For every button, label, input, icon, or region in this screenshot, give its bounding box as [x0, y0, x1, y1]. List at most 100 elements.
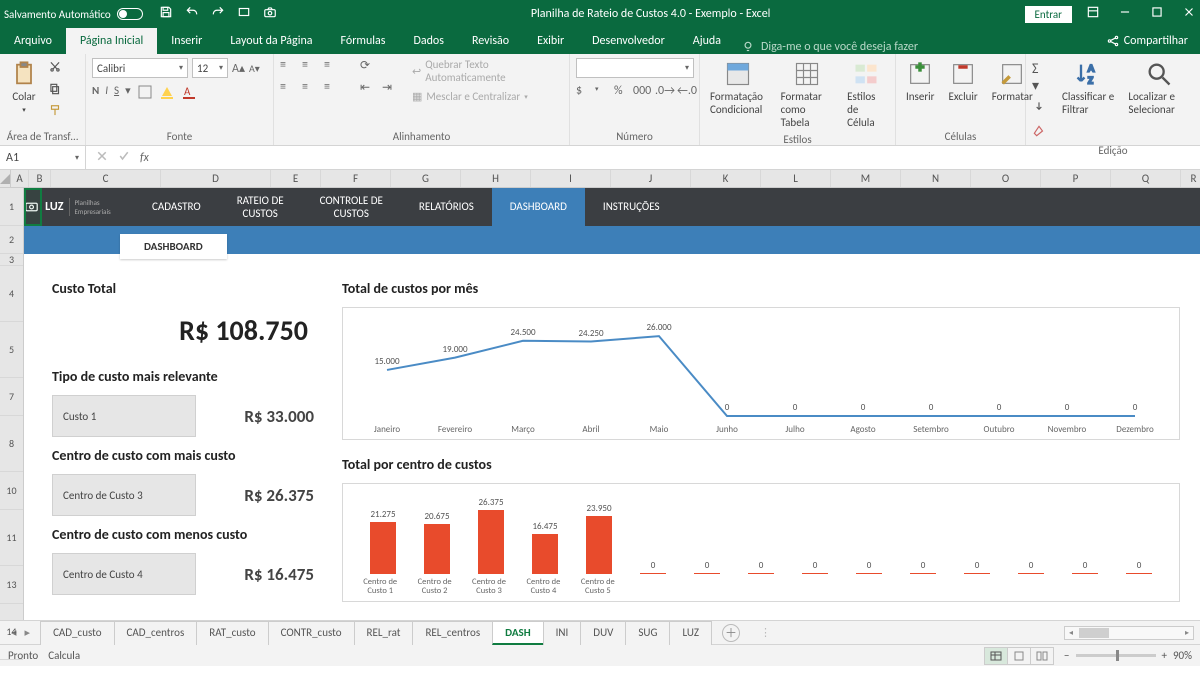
font-size-combo[interactable]: 12▾ — [192, 58, 228, 78]
underline-button[interactable]: S — [114, 84, 119, 100]
row-header[interactable]: 7 — [0, 378, 23, 416]
sheet-tab-LUZ[interactable]: LUZ — [669, 621, 712, 645]
fill-color-icon[interactable] — [159, 84, 175, 100]
zoom-slider[interactable] — [1076, 654, 1156, 657]
align-left-icon[interactable]: ≡ — [280, 80, 296, 96]
indent-dec-icon[interactable]: ⇤ — [360, 80, 376, 96]
row-header[interactable]: 1 — [0, 188, 23, 226]
orientation-icon[interactable]: ⟳ — [360, 58, 376, 74]
italic-button[interactable]: I — [105, 84, 108, 100]
row-header[interactable]: 3 — [0, 254, 23, 266]
col-header[interactable]: E — [271, 170, 321, 187]
comma-icon[interactable]: 000 — [633, 84, 649, 100]
worksheet-grid[interactable]: 123457810111314 LUZ Planilhas Empresaria… — [0, 188, 1200, 620]
autosum-icon[interactable]: Σ ▾ — [1032, 60, 1046, 94]
ribbon-tab-inserir[interactable]: Inserir — [157, 28, 216, 54]
align-center-icon[interactable]: ≡ — [302, 80, 318, 96]
zoom-out-icon[interactable]: − — [1064, 649, 1069, 662]
percent-icon[interactable]: % — [614, 84, 627, 100]
col-header[interactable]: K — [691, 170, 761, 187]
normal-view-icon[interactable] — [984, 647, 1008, 665]
maximize-icon[interactable] — [1150, 5, 1164, 23]
dashnav-relatórios[interactable]: RELATÓRIOS — [401, 188, 492, 226]
save-icon[interactable] — [159, 5, 173, 23]
row-header[interactable]: 4 — [0, 266, 23, 322]
insert-cells-button[interactable]: Inserir — [902, 58, 939, 105]
select-all-triangle[interactable] — [0, 170, 11, 187]
dashnav-controle-de[interactable]: CONTROLE DECUSTOS — [302, 188, 401, 226]
signin-button[interactable]: Entrar — [1025, 6, 1072, 23]
sheet-tab-DUV[interactable]: DUV — [580, 621, 626, 645]
dashnav-instruções[interactable]: INSTRUÇÕES — [585, 188, 678, 226]
ribbon-options-icon[interactable] — [1086, 5, 1100, 23]
sheet-tab-REL_rat[interactable]: REL_rat — [354, 621, 414, 645]
row-header[interactable]: 5 — [0, 322, 23, 378]
indent-inc-icon[interactable]: ⇥ — [382, 80, 398, 96]
row-headers[interactable]: 123457810111314 — [0, 188, 24, 620]
sheet-tab-CONTR_custo[interactable]: CONTR_custo — [268, 621, 355, 645]
find-select-button[interactable]: Localizar e Selecionar — [1124, 58, 1194, 118]
dashnav-cadastro[interactable]: CADASTRO — [134, 188, 219, 226]
sheet-divider[interactable]: ⋮ — [760, 626, 771, 639]
align-bottom-icon[interactable]: ≡ — [324, 58, 340, 74]
toggle-switch-icon[interactable] — [117, 8, 143, 20]
ribbon-tab-exibir[interactable]: Exibir — [523, 28, 578, 54]
redo-icon[interactable] — [211, 5, 225, 23]
bar-chart[interactable]: 21.27520.67526.37516.47523.9500000000000… — [342, 483, 1180, 602]
col-header[interactable]: B — [29, 170, 51, 187]
align-top-icon[interactable]: ≡ — [280, 58, 296, 74]
dashboard-chip[interactable]: DASHBOARD — [120, 234, 227, 259]
ribbon-tab-dados[interactable]: Dados — [399, 28, 457, 54]
dec-decimal-icon[interactable]: ←.0 — [677, 84, 693, 100]
file-tab[interactable]: Arquivo — [0, 28, 66, 54]
fill-icon[interactable] — [1032, 100, 1046, 118]
ribbon-tab-layout-da-página[interactable]: Layout da Página — [216, 28, 326, 54]
bold-button[interactable]: N — [92, 84, 99, 100]
sheet-tab-CAD_custo[interactable]: CAD_custo — [40, 621, 114, 645]
align-right-icon[interactable]: ≡ — [324, 80, 340, 96]
increase-font-icon[interactable]: A▴ — [232, 61, 245, 76]
ribbon-tab-fórmulas[interactable]: Fórmulas — [327, 28, 400, 54]
border-icon[interactable] — [137, 84, 153, 100]
tell-me-search[interactable]: Diga-me o que você deseja fazer — [741, 40, 918, 54]
col-header[interactable]: A — [11, 170, 29, 187]
copy-icon[interactable] — [48, 82, 62, 100]
row-header[interactable]: 2 — [0, 226, 23, 254]
add-sheet-button[interactable]: ＋ — [722, 624, 740, 642]
page-layout-view-icon[interactable] — [1007, 647, 1031, 665]
minimize-icon[interactable] — [1118, 5, 1132, 23]
col-header[interactable]: F — [321, 170, 391, 187]
font-color-icon[interactable]: A — [181, 84, 197, 100]
row-header[interactable]: 11 — [0, 510, 23, 566]
conditional-format-button[interactable]: Formatação Condicional — [706, 58, 771, 118]
share-button[interactable]: Compartilhar — [1094, 28, 1200, 54]
ribbon-tab-ajuda[interactable]: Ajuda — [679, 28, 735, 54]
zoom-control[interactable]: − + 90% — [1064, 649, 1192, 662]
number-format-combo[interactable]: ▾ — [576, 58, 694, 78]
ribbon-tab-revisão[interactable]: Revisão — [458, 28, 523, 54]
ribbon-tab-página-inicial[interactable]: Página Inicial — [66, 28, 157, 54]
fx-icon[interactable]: fx — [140, 151, 149, 165]
confirm-formula-icon[interactable] — [118, 150, 130, 166]
page-break-view-icon[interactable] — [1030, 647, 1054, 665]
wrap-text-button[interactable]: ↩Quebrar Texto Automaticamente — [412, 58, 563, 84]
dashnav-dashboard[interactable]: DASHBOARD — [492, 188, 585, 226]
clear-icon[interactable] — [1032, 124, 1046, 142]
cancel-formula-icon[interactable] — [96, 150, 108, 166]
col-header[interactable]: C — [51, 170, 161, 187]
delete-cells-button[interactable]: Excluir — [945, 58, 982, 105]
cell-styles-button[interactable]: Estilos de Célula — [843, 58, 889, 131]
col-header[interactable]: P — [1041, 170, 1111, 187]
inc-decimal-icon[interactable]: .0→ — [655, 84, 671, 100]
zoom-value[interactable]: 90% — [1173, 649, 1192, 662]
line-chart[interactable]: 15.00019.00024.50024.25026.0000000000 Ja… — [342, 307, 1180, 440]
autosave-toggle[interactable]: Salvamento Automático — [4, 8, 143, 21]
col-header[interactable]: N — [901, 170, 971, 187]
col-header[interactable]: G — [391, 170, 461, 187]
col-header[interactable]: L — [761, 170, 831, 187]
col-header[interactable]: M — [831, 170, 901, 187]
col-header[interactable]: Q — [1111, 170, 1181, 187]
sheet-tab-DASH[interactable]: DASH — [492, 621, 543, 645]
close-icon[interactable] — [1182, 5, 1196, 23]
zoom-in-icon[interactable]: + — [1162, 649, 1167, 662]
